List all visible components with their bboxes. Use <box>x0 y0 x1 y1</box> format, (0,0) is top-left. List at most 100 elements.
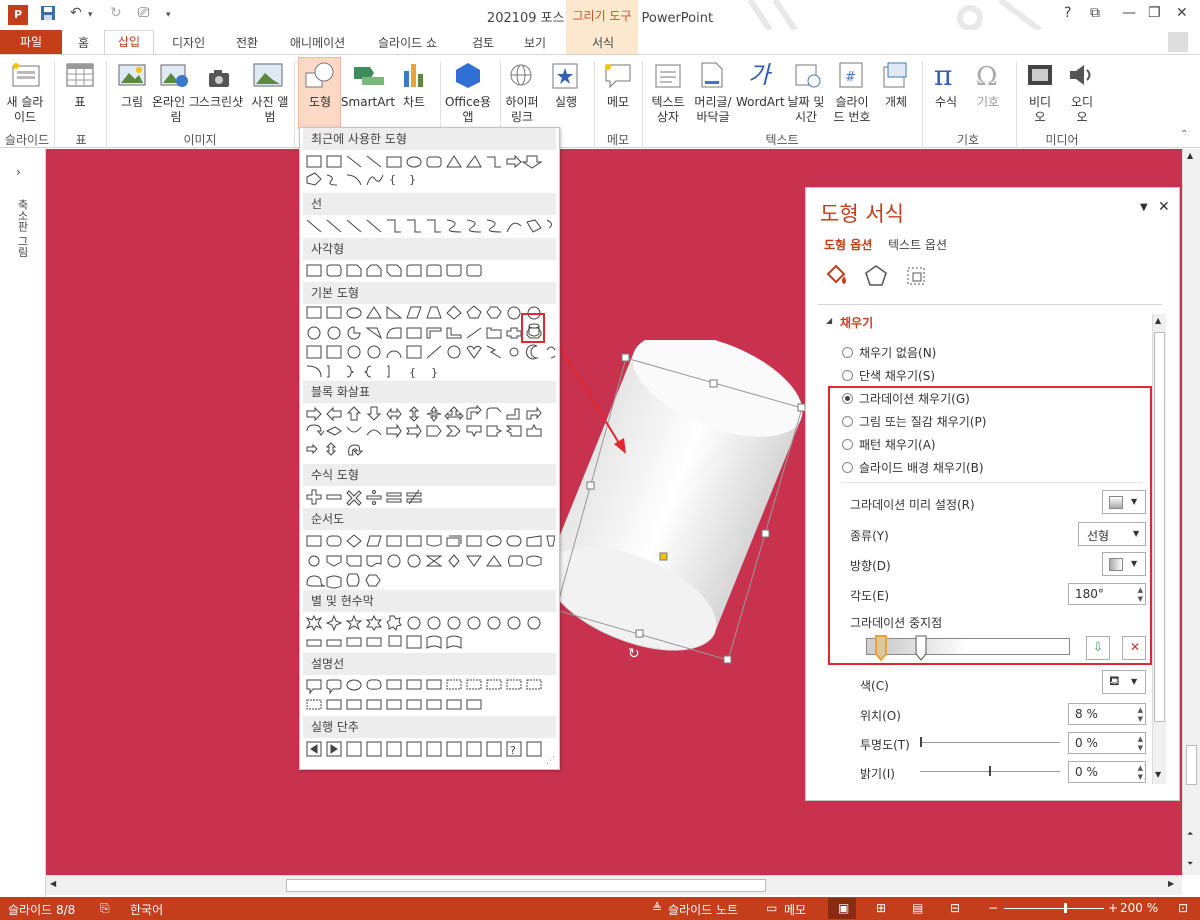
close-pane-icon[interactable]: ✕ <box>1158 199 1170 215</box>
wordart-button[interactable]: WordArt <box>736 95 785 110</box>
format-pane-scrollbar[interactable]: ▲ ▼ <box>1152 314 1166 784</box>
prev-slide-icon[interactable]: ⏶ <box>1187 829 1193 839</box>
brightness-slider[interactable] <box>920 766 1060 776</box>
scroll-left-icon[interactable]: ◀ <box>50 879 56 888</box>
zoom-in-icon[interactable]: + <box>1108 901 1118 915</box>
tab-review[interactable]: 검토 <box>472 34 494 51</box>
comment-button[interactable]: 메모 <box>598 95 638 110</box>
notes-icon[interactable]: ≜ <box>652 901 662 915</box>
hyperlink-button[interactable]: 하이퍼링크 <box>502 95 542 125</box>
close-window-icon[interactable]: ✕ <box>1176 5 1188 21</box>
horizontal-scrollbar[interactable]: ◀ ▶ <box>46 875 1182 895</box>
position-spinner[interactable]: 8 % ▲ ▼ <box>1068 703 1146 725</box>
shape-row-action-buttons[interactable]: ? <box>305 740 555 758</box>
comment-icon <box>605 64 631 89</box>
color-picker[interactable]: ⛾ ▼ <box>1102 670 1146 694</box>
pane-options-icon[interactable]: ▼ <box>1140 202 1148 213</box>
tab-text-options[interactable]: 텍스트 옵션 <box>888 236 947 253</box>
format-pane-title: 도형 서식 <box>820 202 904 226</box>
video-button[interactable]: 비디 오 <box>1022 95 1058 125</box>
vertical-scroll-thumb[interactable] <box>1186 745 1197 785</box>
picture-icon <box>118 64 146 86</box>
scroll-up-icon[interactable]: ▲ <box>1187 151 1193 160</box>
brightness-spinner[interactable]: 0 % ▲ ▼ <box>1068 761 1146 783</box>
collapse-ribbon-icon[interactable]: ⌃ <box>1180 129 1188 140</box>
transparency-slider[interactable] <box>920 737 1060 747</box>
expand-pane-icon[interactable]: › <box>16 165 21 179</box>
tab-home[interactable]: 홈 <box>78 34 89 51</box>
size-properties-icon[interactable] <box>904 264 928 288</box>
symbol-button[interactable]: 기호 <box>968 95 1008 110</box>
scroll-right-icon[interactable]: ▶ <box>1168 879 1174 888</box>
shape-row-basic-1[interactable] <box>305 304 557 360</box>
tab-shape-options[interactable]: 도형 옵션 <box>824 236 872 253</box>
slide-sorter-icon[interactable]: ⊞ <box>876 901 886 915</box>
zoom-level[interactable]: 200 % <box>1120 901 1158 915</box>
zoom-slider[interactable] <box>1004 903 1104 913</box>
tab-transitions[interactable]: 전환 <box>236 34 258 51</box>
equation-button[interactable]: 수식 <box>926 95 966 110</box>
shape-row-equation[interactable] <box>305 488 555 506</box>
radio-solid-fill[interactable]: 단색 채우기(S) <box>842 367 935 384</box>
datetime-button[interactable]: 날짜 및 시간 <box>784 95 828 125</box>
shape-row-lines[interactable] <box>305 218 555 236</box>
smartart-button[interactable]: SmartArt <box>340 95 396 110</box>
svg-text:π: π <box>934 59 952 89</box>
tab-view[interactable]: 보기 <box>524 34 546 51</box>
fill-line-icon[interactable] <box>824 264 850 288</box>
slide-number-button[interactable]: 슬라이 드 번호 <box>830 95 874 125</box>
office-apps-button[interactable]: Office용 앱 <box>442 95 494 125</box>
picture-button[interactable]: 그림 <box>112 95 152 110</box>
restore-icon[interactable]: ❐ <box>1148 5 1161 21</box>
category-equation-shapes: 수식 도형 <box>303 464 556 486</box>
tab-slideshow[interactable]: 슬라이드 쇼 <box>378 34 437 51</box>
spelling-icon[interactable]: ⎘ <box>100 901 110 916</box>
shape-row-rectangles[interactable] <box>305 262 555 280</box>
reading-view-icon[interactable]: ▤ <box>912 901 923 915</box>
textbox-button[interactable]: 텍스트 상자 <box>646 95 690 125</box>
fit-to-window-icon[interactable]: ⊡ <box>1178 901 1188 915</box>
group-symbols-label: 기호 <box>956 133 980 147</box>
online-picture-button[interactable]: 온라인 그림 <box>152 95 200 125</box>
tab-format[interactable]: 서식 <box>592 34 614 51</box>
audio-button[interactable]: 오디 오 <box>1064 95 1100 125</box>
shape-row-stars[interactable] <box>305 614 555 649</box>
photo-album-button[interactable]: 사진 앨범 <box>250 95 290 125</box>
shape-row-flowchart[interactable] <box>305 532 556 589</box>
minimize-icon[interactable]: — <box>1122 5 1136 21</box>
help-icon[interactable]: ? <box>1064 5 1071 21</box>
next-slide-icon[interactable]: ⏷ <box>1187 859 1193 869</box>
ribbon-display-icon[interactable]: ⧉ <box>1090 5 1100 21</box>
tab-insert[interactable]: 삽입 <box>104 30 154 55</box>
header-footer-button[interactable]: 머리글/ 바닥글 <box>690 95 736 125</box>
vertical-scrollbar[interactable]: ▲ ⏶ ⏷ <box>1182 149 1200 875</box>
chart-button[interactable]: 차트 <box>396 95 432 110</box>
horizontal-scroll-thumb[interactable] <box>286 879 766 892</box>
table-button[interactable]: 표 <box>62 95 98 110</box>
shape-row-recent[interactable]: {} <box>305 153 555 186</box>
slideshow-view-icon[interactable]: ⊟ <box>950 901 960 915</box>
account-avatar[interactable] <box>1168 32 1188 52</box>
shape-row-callouts[interactable] <box>305 677 555 710</box>
language-indicator[interactable]: 한국어 <box>130 901 163 918</box>
collapse-section-icon[interactable]: ◢ <box>826 316 832 325</box>
tab-design[interactable]: 디자인 <box>172 34 205 51</box>
effects-icon[interactable] <box>864 264 888 288</box>
section-fill-header[interactable]: 채우기 <box>840 314 873 331</box>
shape-row-block-arrows[interactable] <box>305 404 555 456</box>
shape-row-basic-4[interactable]: {} <box>305 363 555 381</box>
action-button[interactable]: 실행 <box>546 95 586 110</box>
tab-animations[interactable]: 애니메이션 <box>290 34 345 51</box>
comments-icon[interactable]: ▭ <box>766 901 777 915</box>
screenshot-button[interactable]: 스크린샷 <box>196 95 246 110</box>
new-slide-button[interactable]: 새 슬라이드 <box>4 95 46 125</box>
radio-no-fill[interactable]: 채우기 없음(N) <box>842 344 936 361</box>
transparency-spinner[interactable]: 0 % ▲ ▼ <box>1068 732 1146 754</box>
notes-button[interactable]: 슬라이드 노트 <box>668 901 738 918</box>
comments-button[interactable]: 메모 <box>784 901 806 918</box>
zoom-out-icon[interactable]: − <box>988 901 998 915</box>
svg-text:}: } <box>409 173 416 186</box>
shapes-button[interactable]: 도형 <box>300 95 340 110</box>
object-button[interactable]: 개체 <box>876 95 916 110</box>
resize-grip-icon[interactable]: ⋰ <box>546 756 555 766</box>
